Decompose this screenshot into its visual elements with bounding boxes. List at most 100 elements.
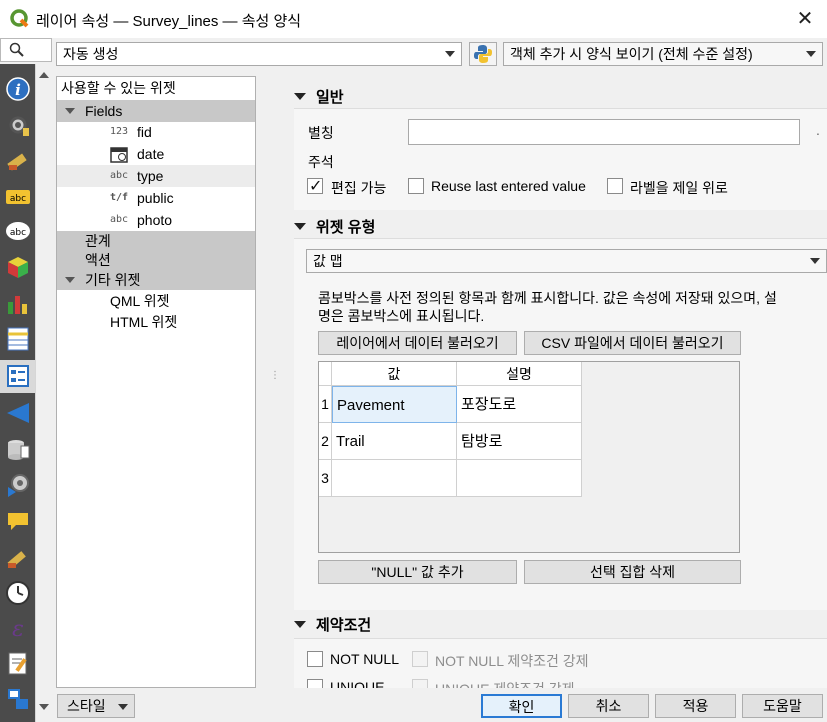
editable-checkbox[interactable]: [307, 176, 323, 196]
reuse-last-value-checkbox[interactable]: [408, 178, 424, 194]
unique-checkbox[interactable]: [307, 679, 323, 688]
unique-label: UNIQUE: [330, 679, 385, 688]
remove-selected-button[interactable]: 선택 집합 삭제: [524, 560, 741, 584]
tree-field-date[interactable]: date: [57, 143, 255, 165]
sidebar-scrollbar[interactable]: [35, 64, 51, 722]
scroll-up-icon[interactable]: [39, 72, 49, 78]
enforce-not-null-label: NOT NULL 제약조건 강제: [435, 653, 589, 669]
table-cell-value[interactable]: [332, 460, 457, 497]
reuse-last-value-label: Reuse last entered value: [431, 178, 586, 194]
field-name: fid: [137, 124, 152, 140]
metadata-icon[interactable]: [5, 650, 31, 676]
row-header[interactable]: 3: [319, 460, 332, 497]
field-name: date: [137, 146, 165, 162]
collapse-icon: [294, 620, 306, 628]
tree-item-relations[interactable]: 관계: [57, 231, 255, 251]
tree-field-fid[interactable]: 123 fid: [57, 121, 255, 143]
string-type-icon: abc: [110, 214, 129, 225]
apply-button[interactable]: 적용: [655, 694, 736, 718]
enforce-unique-label: UNIQUE 제약조건 강제: [435, 679, 575, 688]
fields-icon[interactable]: [5, 326, 31, 352]
widget-type-combo[interactable]: 값 맵: [306, 249, 827, 273]
splitter-handle[interactable]: ⋮: [270, 370, 280, 390]
chevron-down-icon: [810, 258, 820, 264]
symbology-icon[interactable]: [5, 146, 31, 172]
table-cell-value[interactable]: Pavement: [332, 386, 457, 423]
tree-item-qml-widget[interactable]: QML 위젯: [57, 290, 255, 312]
enforce-not-null-checkbox[interactable]: [412, 651, 428, 667]
load-from-layer-button[interactable]: 레이어에서 데이터 불러오기: [318, 331, 517, 355]
diagrams-icon[interactable]: [5, 290, 31, 316]
layout-mode-value: 자동 생성: [63, 46, 119, 62]
actions-icon[interactable]: [5, 472, 31, 498]
rendering-icon[interactable]: [5, 544, 31, 570]
editable-label: 편집 가능: [331, 180, 387, 196]
section-widget-type-header[interactable]: 위젯 유형: [294, 216, 375, 236]
table-cell-value[interactable]: Trail: [332, 423, 457, 460]
column-header-value[interactable]: 값: [332, 362, 457, 386]
variables-icon[interactable]: ε: [5, 615, 31, 641]
search-input[interactable]: [0, 38, 52, 62]
row-header[interactable]: 2: [319, 423, 332, 460]
python-init-button[interactable]: [469, 42, 497, 66]
help-button[interactable]: 도움말: [742, 694, 823, 718]
alias-input[interactable]: [408, 119, 800, 145]
masks-icon[interactable]: abc: [5, 218, 31, 244]
3d-view-icon[interactable]: [5, 254, 31, 280]
cancel-button[interactable]: 취소: [568, 694, 649, 718]
add-null-value-button[interactable]: "NULL" 값 추가: [318, 560, 517, 584]
table-cell-description[interactable]: 탐방로: [457, 423, 582, 460]
joins-icon[interactable]: [5, 400, 31, 426]
display-icon[interactable]: [5, 508, 31, 534]
scroll-down-icon[interactable]: [39, 704, 49, 710]
form-visibility-combo[interactable]: 객체 추가 시 양식 보이기 (전체 수준 설정): [503, 42, 823, 66]
chevron-down-icon: [806, 51, 816, 57]
load-from-csv-button[interactable]: CSV 파일에서 데이터 불러오기: [524, 331, 741, 355]
widgets-tree[interactable]: 사용할 수 있는 위젯 Fields 123 fid date abc type…: [56, 76, 256, 688]
table-cell-description[interactable]: 포장도로: [457, 386, 582, 423]
attributes-form-icon[interactable]: [5, 363, 31, 389]
svg-text:ε: ε: [12, 617, 24, 641]
expand-icon[interactable]: [65, 277, 75, 283]
style-button[interactable]: 스타일: [57, 694, 135, 718]
dependencies-icon[interactable]: [5, 686, 31, 712]
labels-icon[interactable]: abc: [5, 184, 31, 210]
not-null-label: NOT NULL: [330, 651, 399, 667]
ok-button[interactable]: 확인: [481, 694, 562, 718]
date-type-icon: [110, 147, 128, 163]
field-name: public: [137, 190, 174, 206]
value-map-table[interactable]: 값 설명 1 Pavement 포장도로 2 Trail 탐방로 3: [318, 361, 740, 553]
chevron-down-icon: [445, 51, 455, 57]
section-constraints-header[interactable]: 제약조건: [294, 614, 371, 634]
integer-type-icon: 123: [110, 126, 129, 137]
close-icon[interactable]: ✕: [794, 8, 816, 30]
temporal-icon[interactable]: [5, 580, 31, 606]
python-icon: [474, 45, 492, 63]
tree-item-other-widgets[interactable]: 기타 위젯: [57, 270, 255, 290]
tree-item-fields[interactable]: Fields: [57, 100, 255, 122]
collapse-icon: [294, 222, 306, 230]
tree-field-public[interactable]: t/f public: [57, 187, 255, 209]
expand-icon[interactable]: [65, 108, 75, 114]
column-header-description[interactable]: 설명: [457, 362, 582, 386]
section-widget-type-title: 위젯 유형: [316, 218, 376, 236]
style-button-label: 스타일: [67, 698, 106, 714]
enforce-unique-checkbox[interactable]: [412, 679, 428, 688]
tree-field-type[interactable]: abc type: [57, 165, 255, 187]
section-general-header[interactable]: 일반: [294, 86, 344, 106]
tree-field-photo[interactable]: abc photo: [57, 209, 255, 231]
table-cell-description[interactable]: [457, 460, 582, 497]
label-on-top-checkbox[interactable]: [607, 178, 623, 194]
tree-item-actions[interactable]: 액션: [57, 250, 255, 270]
auxiliary-storage-icon[interactable]: [5, 436, 31, 462]
other-widgets-label: 기타 위젯: [85, 272, 141, 288]
not-null-checkbox[interactable]: [307, 651, 323, 667]
svg-text:abc: abc: [10, 228, 26, 238]
string-type-icon: abc: [110, 170, 129, 181]
tree-item-html-widget[interactable]: HTML 위젯: [57, 311, 255, 333]
layout-mode-combo[interactable]: 자동 생성: [56, 42, 462, 66]
field-name: type: [137, 168, 164, 184]
source-icon[interactable]: [5, 112, 31, 138]
row-header[interactable]: 1: [319, 386, 332, 423]
information-icon[interactable]: i: [5, 76, 31, 102]
